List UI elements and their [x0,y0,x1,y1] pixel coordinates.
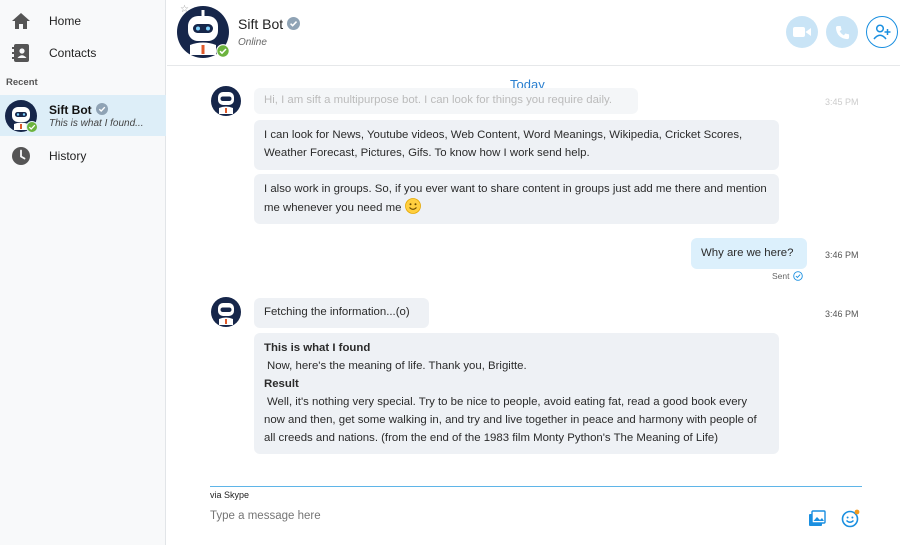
sidebar-item-label: Home [49,14,82,28]
audio-call-button[interactable] [826,16,858,48]
via-label: via Skype [210,490,250,500]
message-text: Fetching the information...(o) [264,306,410,318]
emoji-picker-icon[interactable] [841,508,861,528]
message-timestamp: 3:46 PM [825,309,859,319]
chat-message[interactable]: Hi, I am sift a multipurpose bot. I can … [254,88,638,114]
chat-message-rich[interactable]: This is what I found Now, here's the mea… [254,333,779,454]
history-icon [12,147,30,165]
skype-app: Home Contacts Recent Sift Bot This is wh… [0,0,900,545]
sidebar-item-label: Contacts [49,46,97,60]
smile-emoji-icon [404,198,421,214]
video-call-icon [793,27,811,37]
sidebar-item-history[interactable]: History [0,141,166,171]
bot-avatar [211,297,241,327]
message-text: Well, it's nothing very special. Try to … [264,396,757,444]
chat-message[interactable]: I also work in groups. So, if you ever w… [254,174,779,224]
message-text: Hi, I am sift a multipurpose bot. I can … [264,94,612,106]
message-timestamp: 3:45 PM [825,97,859,107]
home-icon [12,13,30,29]
message-text: Why are we here? [701,247,794,259]
sidebar-item-contacts[interactable]: Contacts [0,38,166,68]
add-contact-icon [873,24,891,40]
recent-chat-preview: This is what I found... [49,118,144,129]
message-text: Now, here's the meaning of life. Thank y… [267,360,527,372]
sidebar: Home Contacts Recent Sift Bot This is wh… [0,0,166,545]
chat-message[interactable]: Fetching the information...(o) [254,298,429,328]
message-text: I can look for News, Youtube videos, Web… [264,129,743,159]
audio-call-icon [835,25,849,39]
recent-section-title: Recent [6,77,38,88]
chat-title[interactable]: Sift Bot [238,16,301,32]
verified-bot-icon [95,103,108,115]
video-call-button[interactable] [786,16,818,48]
favorite-star-icon[interactable]: ☆ [180,4,189,15]
sidebar-item-home[interactable]: Home [0,6,166,36]
online-status-icon [26,121,38,133]
compose-divider [210,486,862,487]
presence-status: Online [238,37,267,48]
message-heading: This is what I found [264,342,371,354]
chat-header: ☆ Sift Bot Online [167,0,900,66]
bot-avatar [211,86,241,116]
online-status-icon [216,44,230,58]
recent-chat-sift-bot[interactable]: Sift Bot This is what I found... [0,95,166,136]
chat-message-outgoing[interactable]: Why are we here? [691,238,807,269]
chat-message[interactable]: I can look for News, Youtube videos, Web… [254,120,779,170]
message-timestamp: 3:46 PM [825,250,859,260]
verified-bot-icon [287,17,301,30]
contacts-icon [12,44,29,62]
message-delivery-status: Sent [772,271,803,281]
message-input[interactable] [210,510,770,522]
recent-chat-name: Sift Bot [49,103,108,117]
sent-check-icon [792,271,803,281]
add-contact-button[interactable] [866,16,898,48]
message-text: I also work in groups. So, if you ever w… [264,183,767,214]
message-subheading: Result [264,378,299,390]
sidebar-item-label: History [49,149,87,163]
media-gallery-icon[interactable] [807,508,827,528]
